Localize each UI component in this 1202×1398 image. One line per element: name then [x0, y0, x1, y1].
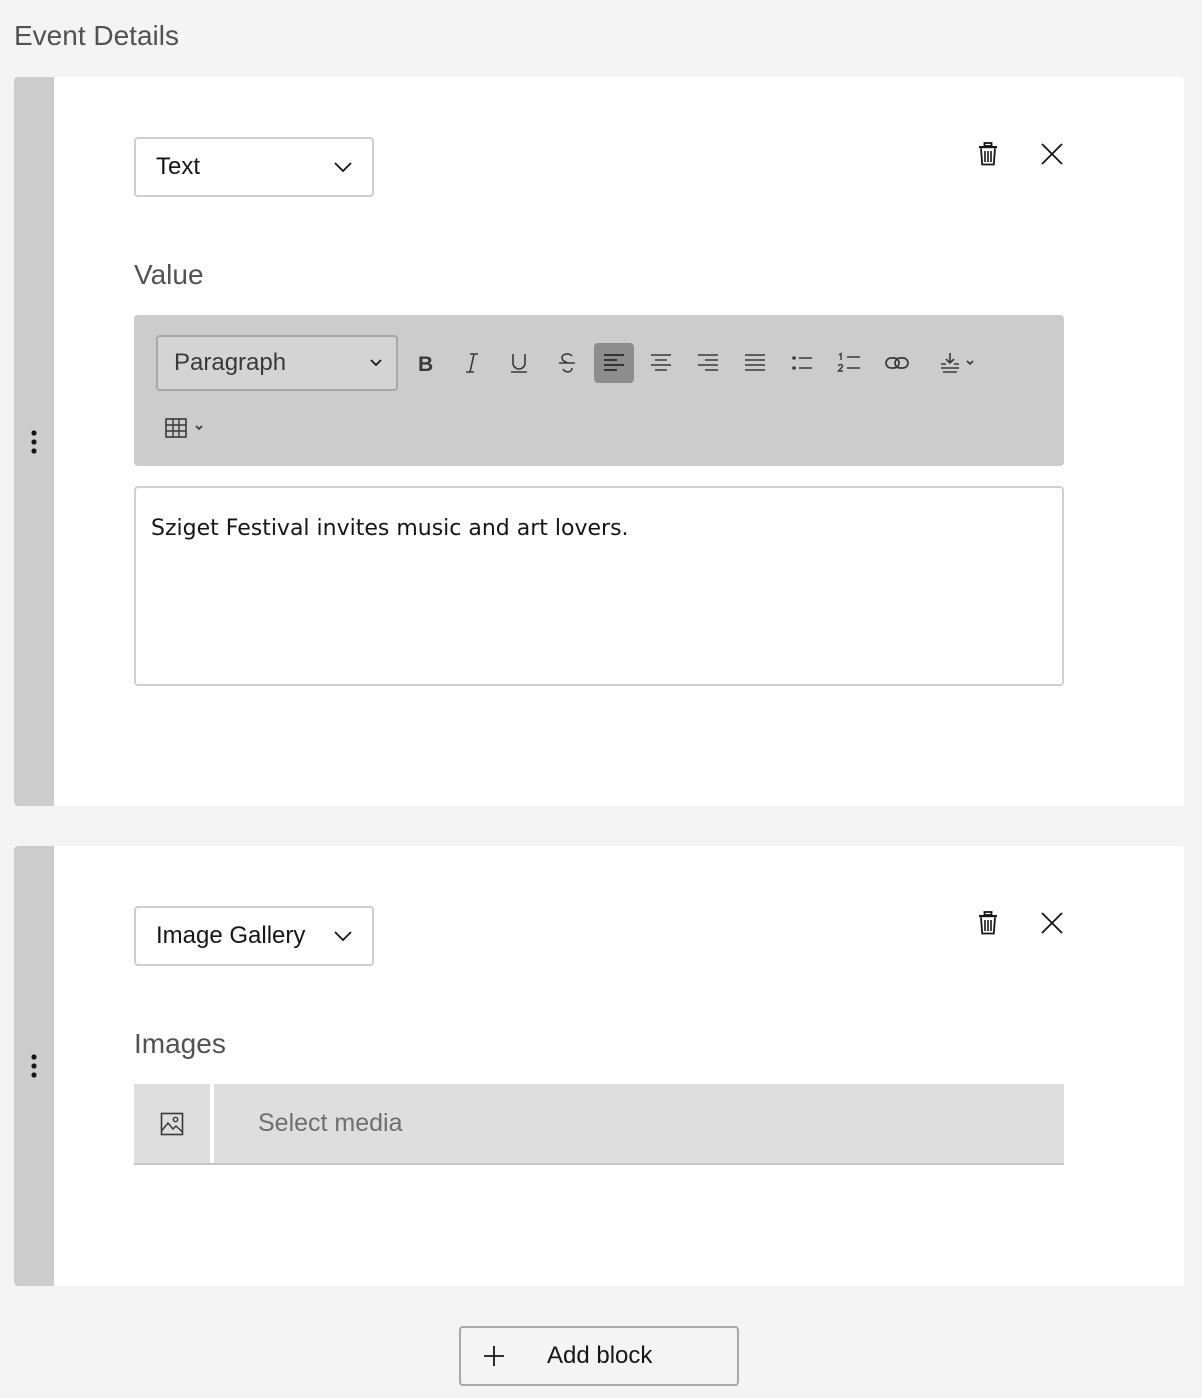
block-type-select[interactable]: Text [134, 137, 374, 197]
bullet-list-button[interactable] [782, 343, 822, 383]
align-left-icon [604, 354, 624, 371]
field-label-images: Images [134, 1028, 226, 1059]
trash-icon [979, 142, 997, 166]
italic-button[interactable] [452, 343, 492, 383]
plus-icon [484, 1346, 504, 1366]
rich-text-editor[interactable]: Sziget Festival invites music and art lo… [134, 486, 1064, 686]
chevron-down-icon [334, 931, 352, 941]
select-media-text[interactable]: Select media [258, 1084, 403, 1163]
block-type-value: Text [156, 153, 201, 180]
svg-text:B: B [418, 353, 433, 374]
section-title: Event Details [14, 20, 179, 51]
text-block: Text Value Paragraph B Sziget Festival i… [14, 77, 1184, 806]
numbered-list-icon [837, 352, 860, 372]
align-center-icon [651, 354, 671, 371]
editor-paragraph[interactable]: Sziget Festival invites music and art lo… [151, 516, 1047, 541]
block-type-value: Image Gallery [156, 922, 306, 949]
table-icon [165, 418, 203, 438]
insert-button[interactable] [932, 343, 980, 383]
strikethrough-button[interactable] [547, 343, 587, 383]
add-block-button[interactable]: Add block [459, 1326, 739, 1386]
image-gallery-block: Image Gallery Images Select media [14, 846, 1184, 1286]
delete-block-button[interactable] [968, 903, 1008, 943]
close-block-button[interactable] [1032, 134, 1072, 174]
insert-icon [941, 353, 974, 373]
trash-icon [979, 911, 997, 935]
delete-block-button[interactable] [968, 134, 1008, 174]
underline-icon [511, 354, 527, 373]
media-picker[interactable]: Select media [134, 1084, 1064, 1165]
align-justify-icon [745, 354, 765, 371]
format-select-value: Paragraph [174, 349, 287, 376]
block-type-select[interactable]: Image Gallery [134, 906, 374, 966]
link-icon [885, 357, 909, 369]
underline-button[interactable] [499, 343, 539, 383]
italic-icon [466, 353, 478, 373]
rich-text-toolbar: Paragraph B [134, 315, 1064, 466]
format-select[interactable]: Paragraph [156, 335, 398, 391]
table-button[interactable] [162, 408, 212, 448]
chevron-down-icon [334, 162, 352, 172]
align-left-button[interactable] [594, 343, 634, 383]
align-right-button[interactable] [688, 343, 728, 383]
field-label-value: Value [134, 259, 204, 290]
link-button[interactable] [877, 343, 917, 383]
align-center-button[interactable] [641, 343, 681, 383]
image-icon [160, 1112, 184, 1135]
more-vertical-icon [31, 1054, 37, 1078]
drag-handle[interactable] [14, 77, 54, 806]
bold-button[interactable]: B [405, 343, 445, 383]
align-justify-button[interactable] [735, 343, 775, 383]
bold-icon: B [418, 353, 433, 374]
strikethrough-icon [559, 353, 575, 373]
chevron-down-icon [370, 359, 382, 367]
close-icon [1041, 912, 1063, 934]
numbered-list-button[interactable] [829, 343, 869, 383]
align-right-icon [698, 354, 718, 371]
bullet-list-icon [792, 356, 812, 370]
more-vertical-icon [31, 429, 37, 454]
add-block-label: Add block [547, 1342, 653, 1369]
close-icon [1041, 143, 1063, 165]
media-picker-button[interactable] [134, 1084, 214, 1163]
drag-handle[interactable] [14, 846, 54, 1286]
close-block-button[interactable] [1032, 903, 1072, 943]
